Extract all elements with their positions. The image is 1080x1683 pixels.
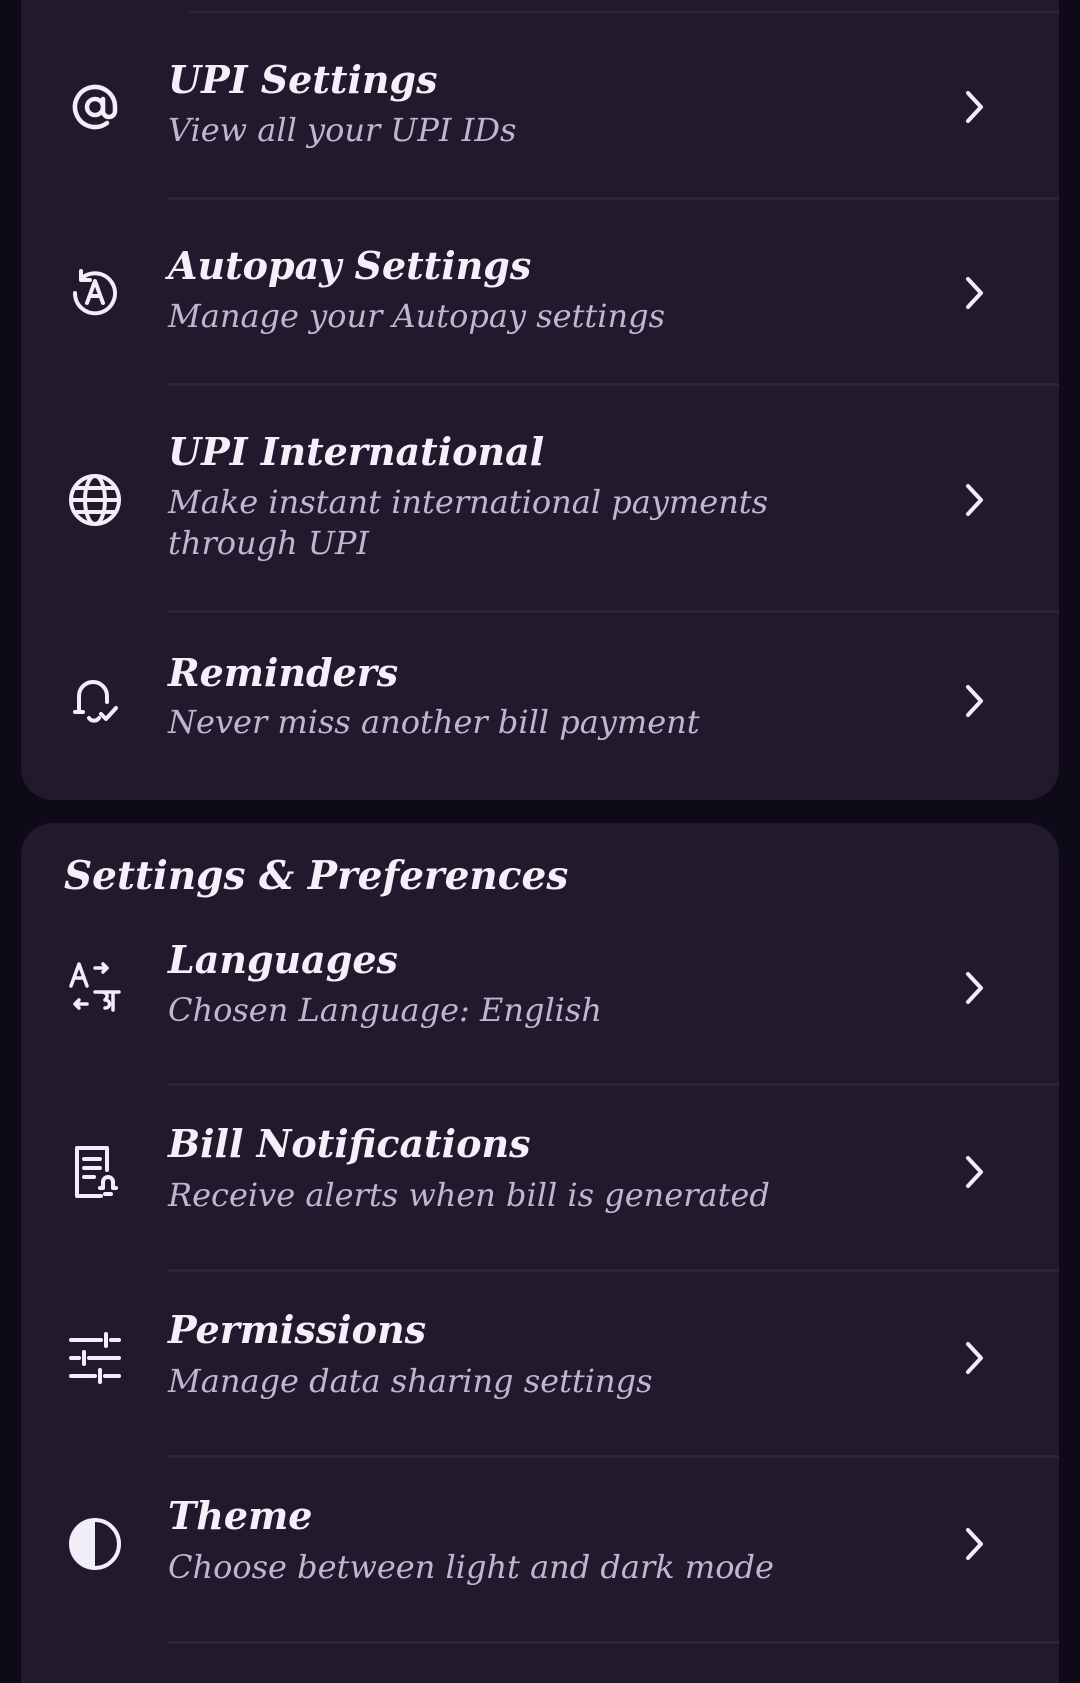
item-title: UPI Settings [168, 57, 438, 102]
item-title: Permissions [168, 1307, 426, 1352]
item-title: Theme [168, 1493, 313, 1538]
autopay-settings-item[interactable]: Autopay Settings Manage your Autopay set… [21, 200, 1059, 386]
bill-notification-icon [65, 1142, 125, 1202]
item-subtitle: Manage data sharing settings [168, 1362, 653, 1400]
chevron-right-icon [966, 685, 983, 717]
reminders-item[interactable]: Reminders Never miss another bill paymen… [21, 613, 1059, 800]
item-subtitle: Make instant international payments thro… [168, 483, 769, 562]
sliders-icon [65, 1328, 125, 1388]
chevron-right-icon [966, 484, 983, 516]
divider [168, 1641, 1059, 1644]
item-title: UPI International [168, 429, 545, 474]
item-title: Languages [168, 937, 398, 982]
item-subtitle: Receive alerts when bill is generated [168, 1176, 770, 1214]
theme-item[interactable]: Theme Choose between light and dark mode [21, 1458, 1059, 1644]
at-sign-icon [65, 77, 125, 137]
item-subtitle: Never miss another bill payment [168, 703, 700, 741]
permissions-item[interactable]: Permissions Manage data sharing settings [21, 1272, 1059, 1458]
item-subtitle: Manage your Autopay settings [168, 297, 666, 335]
languages-item[interactable]: Languages Chosen Language: English [21, 908, 1059, 1086]
bill-notifications-item[interactable]: Bill Notifications Receive alerts when b… [21, 1086, 1059, 1272]
settings-preferences-card: Settings & Preferences Languages Chosen … [21, 823, 1059, 1683]
chevron-right-icon [966, 91, 983, 123]
item-subtitle: Chosen Language: English [168, 991, 602, 1029]
chevron-right-icon [966, 1528, 983, 1560]
divider [189, 11, 1059, 13]
contrast-icon [65, 1514, 125, 1574]
chevron-right-icon [966, 277, 983, 309]
translate-icon [65, 958, 125, 1018]
item-subtitle: View all your UPI IDs [168, 111, 517, 149]
chevron-right-icon [966, 1342, 983, 1374]
item-title: Autopay Settings [168, 243, 532, 288]
globe-icon [65, 470, 125, 530]
chevron-right-icon [966, 1156, 983, 1188]
section-title: Settings & Preferences [64, 853, 569, 899]
upi-settings-item[interactable]: UPI Settings View all your UPI IDs [21, 14, 1059, 200]
item-subtitle: Choose between light and dark mode [168, 1548, 774, 1586]
item-title: Bill Notifications [168, 1121, 531, 1166]
payments-card: UPI Settings View all your UPI IDs Autop… [21, 0, 1059, 800]
autopay-icon [65, 263, 125, 323]
chevron-right-icon [966, 972, 983, 1004]
bell-check-icon [65, 670, 125, 730]
item-title: Reminders [168, 650, 399, 695]
upi-international-item[interactable]: UPI International Make instant internati… [21, 386, 1059, 613]
